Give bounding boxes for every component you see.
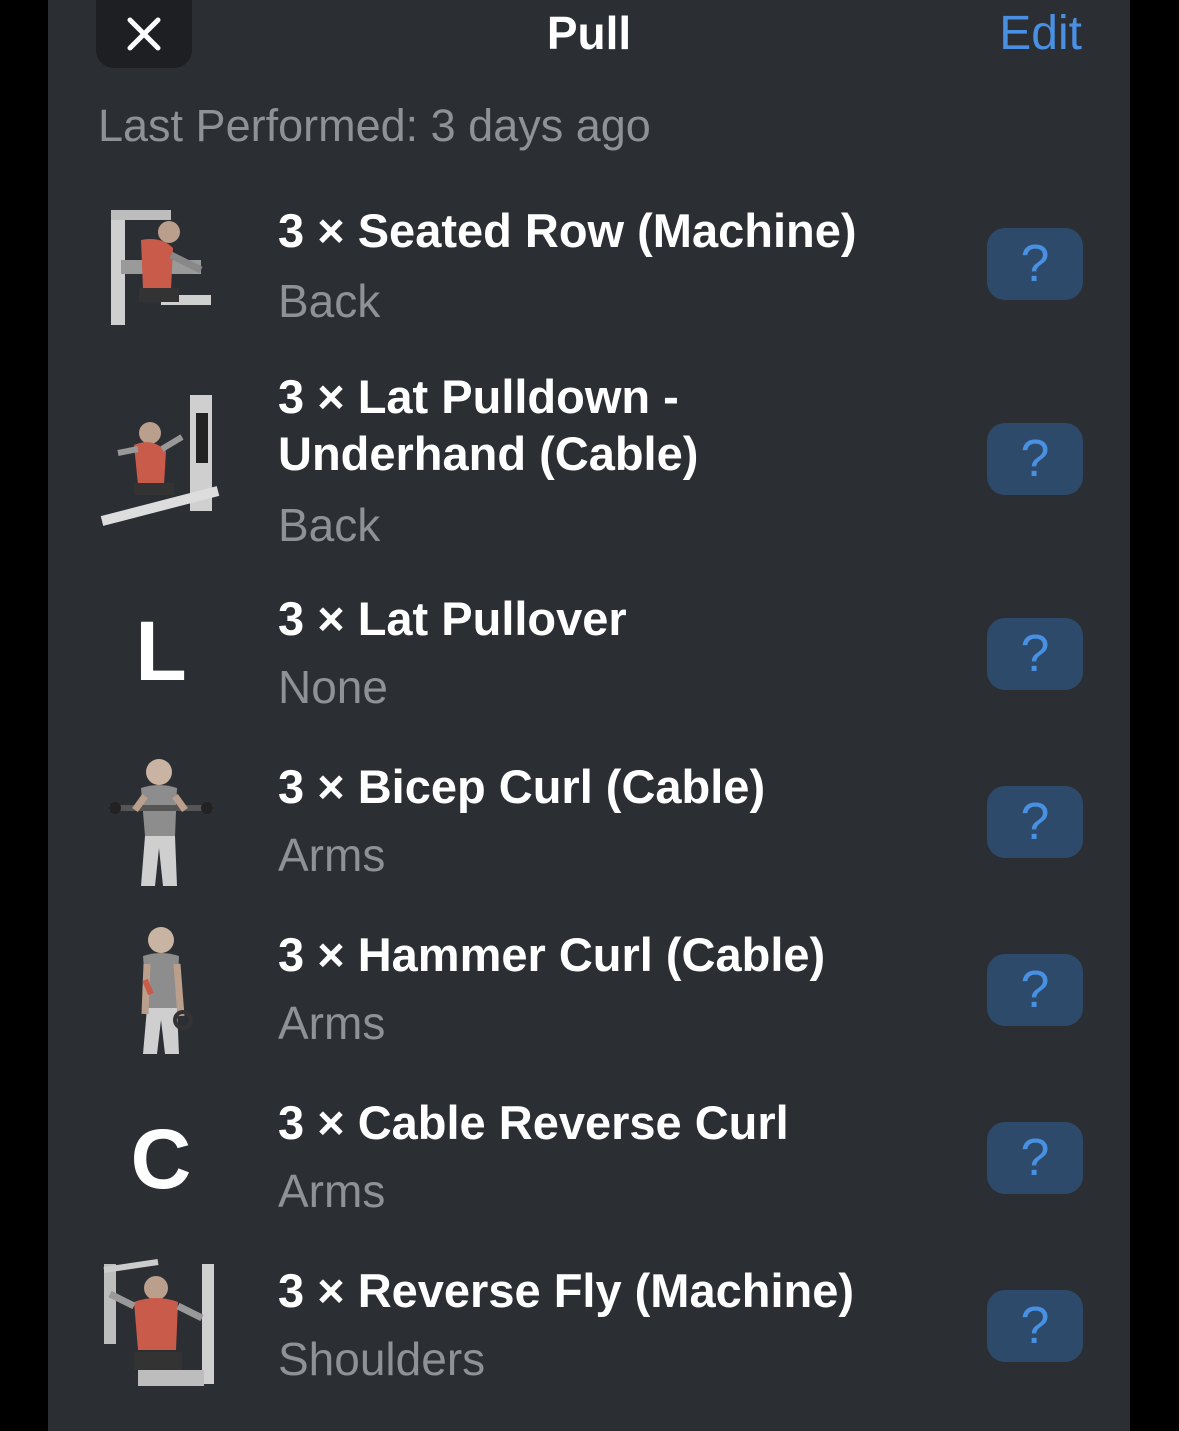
exercise-initial: C <box>130 1111 192 1206</box>
exercise-name: 3 × Seated Row (Machine) <box>278 204 857 257</box>
workout-sheet: Pull Edit Last Performed: 3 days ago 3 ×… <box>48 0 1130 1431</box>
exercise-name: 3 × Lat Pulldown - Underhand (Cable) <box>278 370 699 480</box>
exercise-muscle: Arms <box>278 997 386 1049</box>
exercise-thumbnail <box>98 393 224 527</box>
exercise-muscle: None <box>278 661 388 713</box>
help-button[interactable]: ? <box>987 954 1083 1026</box>
exercise-thumbnail <box>98 924 224 1058</box>
exercise-thumbnail <box>98 756 224 890</box>
bicep-curl-cable-icon <box>109 759 213 886</box>
help-button[interactable]: ? <box>987 786 1083 858</box>
edit-button[interactable]: Edit <box>999 6 1082 61</box>
exercise-muscle: Back <box>278 499 381 551</box>
exercise-muscle: Shoulders <box>278 1333 486 1385</box>
exercise-thumbnail <box>98 198 224 332</box>
reverse-fly-machine-icon <box>103 1259 214 1386</box>
exercise-thumbnail <box>98 1258 224 1392</box>
list-item[interactable]: 3 × Lat Pulldown - Underhand (Cable) Bac… <box>48 365 1130 555</box>
exercise-name: 3 × Lat Pullover <box>278 592 627 645</box>
list-item[interactable]: 3 × Bicep Curl (Cable) Arms ? <box>48 756 1130 906</box>
help-button[interactable]: ? <box>987 1122 1083 1194</box>
help-button[interactable]: ? <box>987 618 1083 690</box>
lat-pulldown-machine-icon <box>100 395 220 526</box>
exercise-muscle: Arms <box>278 829 386 881</box>
exercise-name: 3 × Cable Reverse Curl <box>278 1096 789 1149</box>
exercise-name: 3 × Bicep Curl (Cable) <box>278 760 766 813</box>
hammer-curl-cable-icon <box>141 927 193 1054</box>
last-performed-label: Last Performed: 3 days ago <box>98 100 651 151</box>
list-item[interactable]: 3 × Seated Row (Machine) Back ? <box>48 198 1130 348</box>
seated-row-machine-icon <box>111 210 211 325</box>
help-button[interactable]: ? <box>987 1290 1083 1362</box>
exercise-initial: L <box>135 603 187 698</box>
page-title: Pull <box>546 7 632 59</box>
exercise-thumbnail: L <box>98 584 224 718</box>
exercise-muscle: Back <box>278 275 381 327</box>
exercise-muscle: Arms <box>278 1165 386 1217</box>
exercise-name: 3 × Hammer Curl (Cable) <box>278 928 826 981</box>
list-item[interactable]: L 3 × Lat Pullover None ? <box>48 588 1130 738</box>
help-button[interactable]: ? <box>987 228 1083 300</box>
list-item[interactable]: C 3 × Cable Reverse Curl Arms ? <box>48 1092 1130 1242</box>
exercise-name: 3 × Reverse Fly (Machine) <box>278 1264 855 1317</box>
exercise-thumbnail: C <box>98 1092 224 1226</box>
list-item[interactable]: 3 × Hammer Curl (Cable) Arms ? <box>48 924 1130 1074</box>
list-item[interactable]: 3 × Reverse Fly (Machine) Shoulders ? <box>48 1258 1130 1410</box>
help-button[interactable]: ? <box>987 423 1083 495</box>
